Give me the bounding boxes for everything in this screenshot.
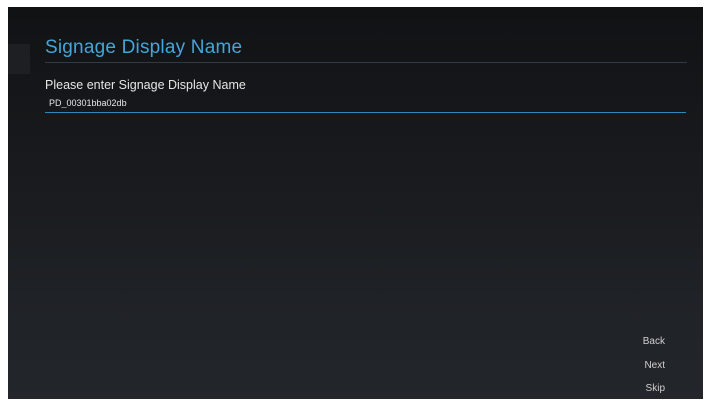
page-title: Signage Display Name <box>45 37 243 58</box>
next-button[interactable]: Next <box>644 360 665 371</box>
back-button[interactable]: Back <box>643 336 665 347</box>
setup-screen: Signage Display Name Please enter Signag… <box>8 7 703 399</box>
title-divider <box>45 62 687 63</box>
display-name-input[interactable] <box>45 96 686 113</box>
input-prompt-label: Please enter Signage Display Name <box>45 78 246 92</box>
skip-button[interactable]: Skip <box>646 383 665 394</box>
side-tab-indicator <box>8 44 30 74</box>
